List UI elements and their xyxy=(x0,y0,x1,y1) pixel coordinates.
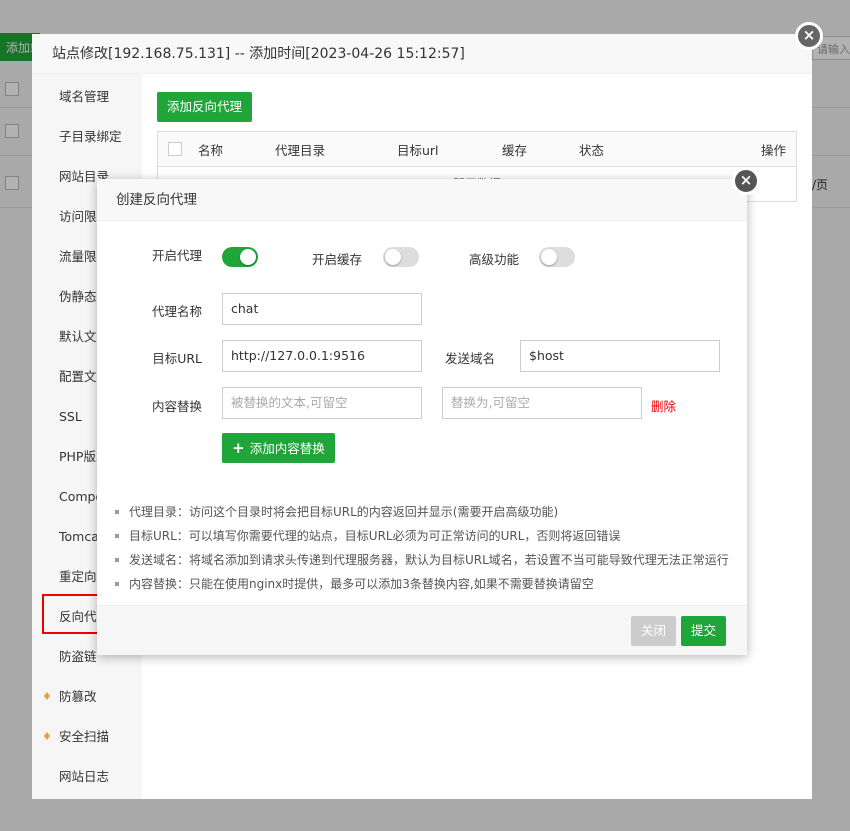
advanced-toggle[interactable] xyxy=(539,247,575,267)
enable-proxy-toggle[interactable] xyxy=(222,247,258,267)
sidebar-item-label: 防篡改 xyxy=(59,689,97,704)
close-button[interactable]: 关闭 xyxy=(631,616,677,646)
col-dir: 代理目录 xyxy=(275,142,326,158)
close-icon[interactable]: × xyxy=(795,22,823,50)
tip-item: 代理目录：访问这个目录时将会把目标URL的内容返回并显示(需要开启高级功能) xyxy=(115,500,729,524)
create-proxy-dialog: 创建反向代理 开启代理 开启缓存 高级功能 代理名称 chat 目标URL ht… xyxy=(97,179,747,655)
sidebar-item[interactable]: 域名管理 xyxy=(32,74,142,114)
dialog-title: 创建反向代理 xyxy=(97,179,747,221)
proxy-name-input[interactable]: chat xyxy=(222,293,422,325)
submit-button[interactable]: 提交 xyxy=(681,616,727,646)
sidebar-item-label: SSL xyxy=(59,409,82,424)
replace-from-input[interactable]: 被替换的文本,可留空 xyxy=(222,387,422,419)
tip-item: 内容替换：只能在使用nginx时提供，最多可以添加3条替换内容,如果不需要替换请… xyxy=(115,572,729,596)
dialog-title: 站点修改[192.168.75.131] -- 添加时间[2023-04-26 … xyxy=(32,34,812,74)
sidebar-item-label: 防盗链 xyxy=(59,649,97,664)
add-replace-button[interactable]: + 添加内容替换 xyxy=(222,433,335,463)
sidebar-item[interactable]: 子目录绑定 xyxy=(32,114,142,154)
proxy-name-label: 代理名称 xyxy=(151,304,202,319)
tip-item: 发送域名：将域名添加到请求头传递到代理服务器，默认为目标URL域名，若设置不当可… xyxy=(115,548,729,572)
col-url: 目标url xyxy=(397,142,439,158)
send-domain-input[interactable]: $host xyxy=(520,340,720,372)
close-icon[interactable]: × xyxy=(732,167,760,195)
sidebar-item-label: 域名管理 xyxy=(59,89,110,104)
sidebar-item[interactable]: ♦ 防篡改 xyxy=(32,674,142,714)
advanced-label: 高级功能 xyxy=(468,252,519,267)
enable-proxy-label: 开启代理 xyxy=(151,248,202,263)
target-url-input[interactable]: http://127.0.0.1:9516 xyxy=(222,340,422,372)
enable-cache-label: 开启缓存 xyxy=(311,252,362,267)
sidebar-item-label: 重定向 xyxy=(59,569,97,584)
col-status: 状态 xyxy=(579,142,605,158)
send-domain-label: 发送域名 xyxy=(444,351,495,366)
table-header: 名称 代理目录 目标url 缓存 状态 操作 xyxy=(158,132,796,167)
target-url-label: 目标URL xyxy=(152,351,202,366)
add-replace-label: 添加内容替换 xyxy=(249,441,325,456)
delete-replace-link[interactable]: 删除 xyxy=(651,396,676,415)
tips-list: 代理目录：访问这个目录时将会把目标URL的内容返回并显示(需要开启高级功能) 目… xyxy=(115,500,729,596)
select-all-checkbox[interactable] xyxy=(168,142,182,156)
sidebar-item-label: 子目录绑定 xyxy=(59,129,122,144)
sidebar-item-label: 网站日志 xyxy=(59,769,110,784)
plus-icon: + xyxy=(232,439,250,457)
sidebar-item-label: 安全扫描 xyxy=(59,729,110,744)
col-name: 名称 xyxy=(198,142,224,158)
col-cache: 缓存 xyxy=(502,142,528,158)
tip-item: 目标URL：可以填写你需要代理的站点，目标URL必须为可正常访问的URL，否则将… xyxy=(115,524,729,548)
sidebar-item[interactable]: ♦ 安全扫描 xyxy=(32,714,142,754)
dialog-footer: 关闭 提交 xyxy=(97,605,747,655)
sidebar-item-label: 伪静态 xyxy=(59,289,97,304)
col-action: 操作 xyxy=(760,142,786,158)
add-proxy-button[interactable]: 添加反向代理 xyxy=(157,92,253,122)
sidebar-item[interactable]: 网站日志 xyxy=(32,754,142,794)
replace-label: 内容替换 xyxy=(151,399,202,414)
replace-to-input[interactable]: 替换为,可留空 xyxy=(442,387,642,419)
enable-cache-toggle[interactable] xyxy=(383,247,419,267)
